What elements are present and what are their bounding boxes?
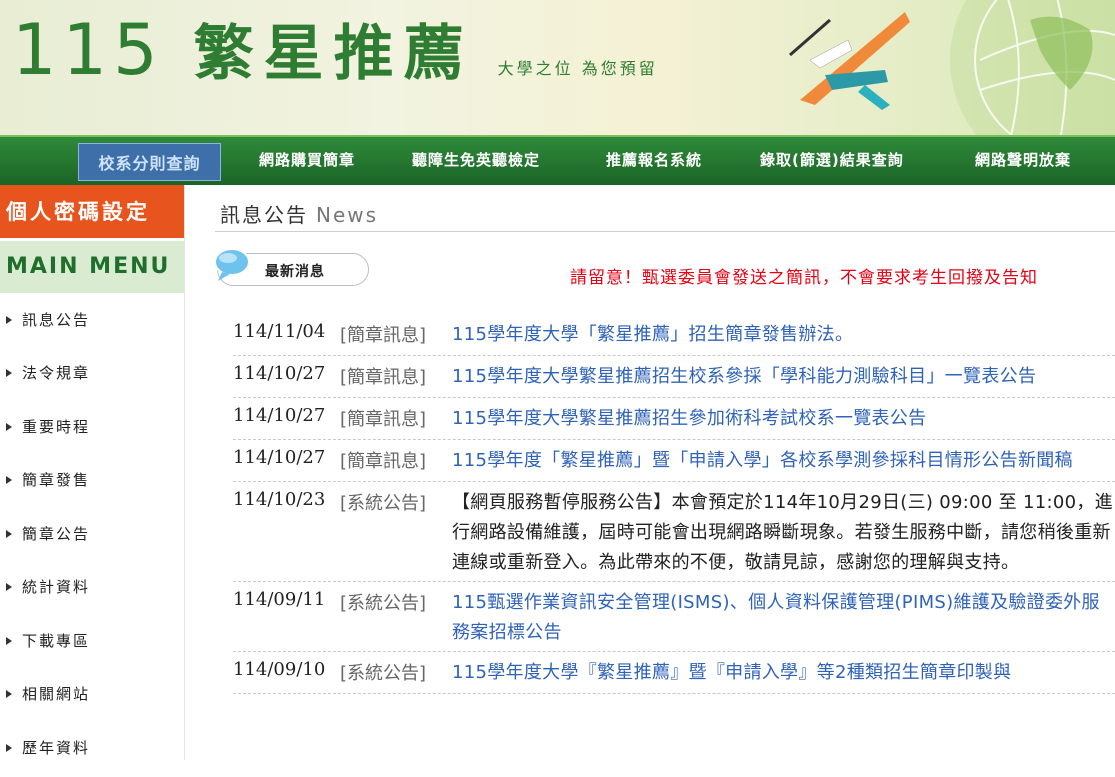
triangle-right-icon — [6, 476, 12, 485]
nav-online-waiver[interactable]: 網路聲明放棄 — [975, 137, 1071, 185]
latest-news-label: 最新消息 — [265, 264, 325, 280]
news-row: 114/10/27 [簡章訊息] 115學年度大學繁星推薦招生校系參採「學科能力測驗… — [233, 356, 1115, 398]
news-row: 114/10/27 [簡章訊息] 115學年度「繁星推薦」暨「申請入學」各校系學測參… — [233, 440, 1115, 482]
news-title-text: 【網頁服務暫停服務公告】本會預定於114年10月29日(三) 09:00 至 1… — [452, 492, 1113, 573]
news-category: [系統公告] — [340, 663, 427, 684]
triangle-right-icon — [6, 636, 12, 645]
triangle-right-icon — [6, 315, 12, 324]
sidebar-item-related-sites[interactable]: 相關網站 — [0, 668, 184, 722]
news-date: 114/09/11 — [233, 589, 326, 610]
page-title: 訊息公告 News — [220, 199, 378, 228]
sidebar-item-label: 歷年資料 — [22, 738, 91, 757]
news-row: 114/10/27 [簡章訊息] 115學年度大學繁星推薦招生參加術科考試校系一覽表… — [233, 398, 1115, 440]
triangle-right-icon — [6, 369, 12, 378]
news-list: 114/11/04 [簡章訊息] 115學年度大學「繁星推薦」招生簡章發售辦法。 11… — [233, 314, 1115, 694]
nav-recommendation-registration[interactable]: 推薦報名系統 — [606, 137, 702, 185]
nav-department-rules-search[interactable]: 校系分則查詢 — [78, 143, 221, 181]
news-date: 114/10/27 — [233, 405, 326, 426]
page-title-zh: 訊息公告 — [220, 203, 308, 227]
sidebar-item-news[interactable]: 訊息公告 — [0, 293, 184, 347]
sidebar-item-downloads[interactable]: 下載專區 — [0, 614, 184, 668]
speech-bubble-icon — [214, 248, 250, 281]
site-banner: 115 繁星推薦 大學之位 為您預留 — [0, 0, 1115, 135]
news-title-link[interactable]: 115學年度「繁星推薦」暨「申請入學」各校系學測參採科目情形公告新聞稿 — [452, 446, 1115, 476]
title-divider — [215, 231, 1115, 232]
sidebar-item-label: 下載專區 — [22, 631, 91, 650]
news-category: [系統公告] — [340, 493, 427, 514]
news-title-link[interactable]: 115學年度大學「繁星推薦」招生簡章發售辦法。 — [452, 320, 1115, 350]
nav-buy-brochure-online[interactable]: 網路購買簡章 — [259, 137, 355, 185]
main-content: 訊息公告 News 最新消息 請留意！甄選委員會發送之簡訊，不會要求考生回撥及告知… — [185, 185, 1115, 760]
triangle-right-icon — [6, 529, 12, 538]
triangle-right-icon — [6, 583, 12, 592]
sidebar-item-statistics[interactable]: 統計資料 — [0, 561, 184, 615]
nav-hearing-impaired-exemption[interactable]: 聽障生免英聽檢定 — [412, 137, 540, 185]
personal-password-button[interactable]: 個人密碼設定 — [0, 185, 184, 240]
news-category: [簡章訊息] — [340, 325, 427, 346]
sidebar-item-label: 簡章公告 — [22, 524, 91, 543]
sidebar-item-label: 法令規章 — [22, 364, 91, 383]
sidebar-item-label: 訊息公告 — [22, 310, 91, 329]
sidebar-item-brochure-sales[interactable]: 簡章發售 — [0, 454, 184, 508]
sidebar-item-label: 簡章發售 — [22, 471, 91, 490]
news-row: 114/10/23 [系統公告] 【網頁服務暫停服務公告】本會預定於114年10月2… — [233, 482, 1115, 582]
banner-year: 115 — [12, 9, 164, 91]
banner-title-group: 115 繁星推薦 大學之位 為您預留 — [12, 10, 658, 90]
triangle-right-icon — [6, 743, 12, 752]
sidebar-item-past-data[interactable]: 歷年資料 — [0, 721, 184, 775]
paper-plane-globe-illustration — [789, 0, 1115, 135]
news-category: [簡章訊息] — [340, 367, 427, 388]
news-date: 114/10/27 — [233, 363, 326, 384]
banner-title: 繁星推薦 — [193, 19, 474, 89]
news-title-link[interactable]: 115學年度大學繁星推薦招生參加術科考試校系一覽表公告 — [452, 404, 1115, 434]
top-navigation: 校系分則查詢 網路購買簡章 聽障生免英聽檢定 推薦報名系統 錄取(篩選)結果查詢… — [0, 135, 1115, 185]
news-title-link[interactable]: 115學年度大學繁星推薦招生校系參採「學科能力測驗科目」一覽表公告 — [452, 362, 1115, 392]
sidebar-item-label: 相關網站 — [22, 685, 91, 704]
news-title-link[interactable]: 115學年度大學『繁星推薦』暨『申請入學』等2種類招生簡章印製與 — [452, 658, 1115, 688]
news-row: 114/09/11 [系統公告] 115甄選作業資訊安全管理(ISMS)、個人資料保… — [233, 582, 1115, 652]
news-category: [系統公告] — [340, 593, 427, 614]
nav-admission-results-query[interactable]: 錄取(篩選)結果查詢 — [760, 137, 904, 185]
main-menu-title: MAIN MENU — [0, 241, 184, 293]
news-category: [簡章訊息] — [340, 451, 427, 472]
sidebar-item-label: 統計資料 — [22, 578, 91, 597]
page-title-en: News — [316, 203, 379, 227]
latest-news-tab[interactable]: 最新消息 — [214, 248, 369, 286]
sidebar-item-brochure-announcement[interactable]: 簡章公告 — [0, 507, 184, 561]
news-title-link[interactable]: 115甄選作業資訊安全管理(ISMS)、個人資料保護管理(PIMS)維護及驗證委… — [452, 588, 1115, 648]
news-row: 114/11/04 [簡章訊息] 115學年度大學「繁星推薦」招生簡章發售辦法。 — [233, 314, 1115, 356]
triangle-right-icon — [6, 422, 12, 431]
sidebar-item-regulations[interactable]: 法令規章 — [0, 347, 184, 401]
news-date: 114/09/10 — [233, 659, 326, 680]
main-menu-list: 訊息公告 法令規章 重要時程 簡章發售 簡章公告 統計資料 下載專區 相關網站 … — [0, 293, 184, 775]
sidebar-item-label: 重要時程 — [22, 417, 91, 436]
news-date: 114/11/04 — [233, 321, 326, 342]
sidebar: 個人密碼設定 MAIN MENU 訊息公告 法令規章 重要時程 簡章發售 簡章公… — [0, 185, 184, 760]
news-category: [簡章訊息] — [340, 409, 427, 430]
sidebar-item-schedule[interactable]: 重要時程 — [0, 400, 184, 454]
news-date: 114/10/23 — [233, 489, 326, 510]
news-date: 114/10/27 — [233, 447, 326, 468]
banner-slogan: 大學之位 為您預留 — [497, 59, 658, 78]
sms-warning-notice: 請留意！甄選委員會發送之簡訊，不會要求考生回撥及告知 — [570, 268, 1038, 288]
news-row: 114/09/10 [系統公告] 115學年度大學『繁星推薦』暨『申請入學』等2種類… — [233, 652, 1115, 694]
triangle-right-icon — [6, 690, 12, 699]
